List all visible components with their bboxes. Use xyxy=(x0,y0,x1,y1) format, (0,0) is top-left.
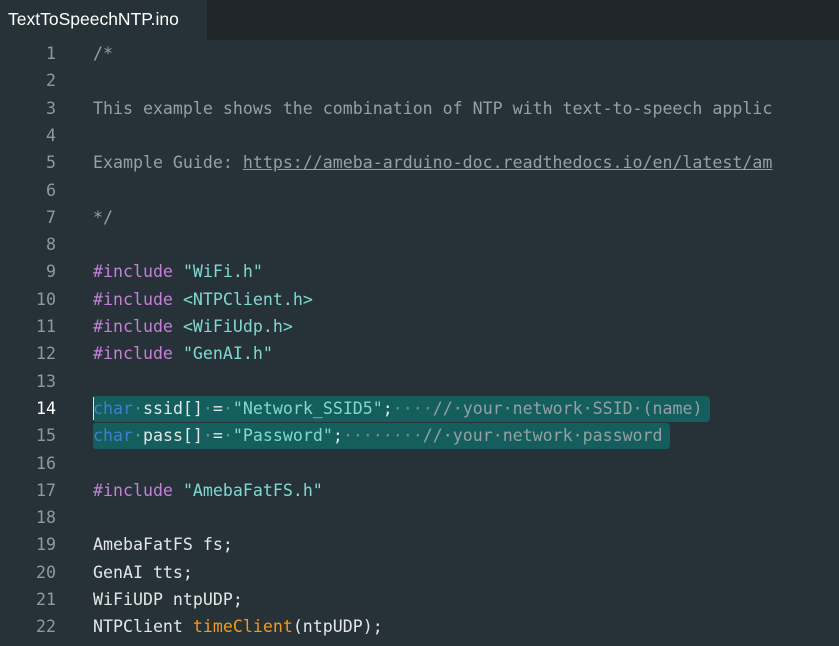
whitespace-marker: · xyxy=(222,398,233,418)
line-number: 14 xyxy=(36,398,56,418)
comment-token: This example shows the combination of NT… xyxy=(93,98,773,118)
string-token: "Network_SSID5" xyxy=(232,398,383,418)
string-token: "GenAI.h" xyxy=(182,344,273,364)
text-cursor xyxy=(93,396,94,421)
string-token: "Password" xyxy=(232,426,333,446)
code-line[interactable]: /* xyxy=(93,40,113,67)
operator-token: = xyxy=(212,426,223,446)
function-name: timeClient xyxy=(192,617,293,637)
code-token: NTPClient xyxy=(93,617,193,637)
line-number: 22 xyxy=(36,617,56,637)
line-number: 7 xyxy=(46,207,56,227)
whitespace-marker: · xyxy=(132,426,143,446)
code-token: ; xyxy=(382,398,393,418)
string-token: "WiFi.h" xyxy=(182,262,263,282)
code-token: AmebaFatFS fs; xyxy=(93,535,233,555)
line-number: 5 xyxy=(46,153,56,173)
operator-token: = xyxy=(212,398,223,418)
whitespace-marker: ···· xyxy=(392,398,433,418)
code-line[interactable]: char·pass[]·=·"Password";········//·your… xyxy=(93,422,663,449)
comment-token: */ xyxy=(93,207,113,227)
code-line[interactable]: #include "WiFi.h" xyxy=(93,258,263,285)
code-line[interactable]: NTPClient timeClient(ntpUDP); xyxy=(93,613,383,640)
directive-token: #include xyxy=(93,262,173,282)
line-number: 9 xyxy=(46,262,56,282)
line-number: 12 xyxy=(36,344,56,364)
line-number: 19 xyxy=(36,535,56,555)
line-number: 3 xyxy=(46,98,56,118)
code-line[interactable]: Example Guide: https://ameba-arduino-doc… xyxy=(93,149,772,176)
code-token: (ntpUDP); xyxy=(292,617,383,637)
code-line[interactable]: #include "AmebaFatFS.h" xyxy=(93,477,323,504)
code-editor[interactable]: 1 2 3 4 5 6 7 8 9 10 11 12 13 14 15 16 17 18 19 20 21 22 /* Th… xyxy=(0,40,839,646)
code-area[interactable]: /* This example shows the combination of … xyxy=(93,40,839,646)
line-number: 15 xyxy=(36,426,56,446)
code-line[interactable]: GenAI tts; xyxy=(93,559,193,586)
tab-file[interactable]: TextToSpeechNTP.ino xyxy=(0,0,207,40)
directive-token: #include xyxy=(93,289,173,309)
code-token: ; xyxy=(332,426,343,446)
comment-token: //·your·network·password xyxy=(422,426,663,446)
whitespace-marker: · xyxy=(202,426,213,446)
code-token: ssid[] xyxy=(142,398,203,418)
comment-token: //·your·network·SSID·(name) xyxy=(432,398,703,418)
type-keyword: char xyxy=(93,398,133,418)
line-number-gutter: 1 2 3 4 5 6 7 8 9 10 11 12 13 14 15 16 17 18 19 20 21 22 xyxy=(0,40,72,646)
directive-token: #include xyxy=(93,317,173,336)
code-line[interactable]: #include <NTPClient.h> xyxy=(93,286,313,313)
code-token: WiFiUDP ntpUDP; xyxy=(93,590,243,609)
line-number: 4 xyxy=(46,125,56,145)
line-number: 2 xyxy=(46,71,56,91)
type-keyword: char xyxy=(93,426,133,446)
code-token: GenAI tts; xyxy=(93,562,193,582)
url-link[interactable]: https://ameba-arduino-doc.readthedocs.io… xyxy=(243,153,773,172)
string-token: <WiFiUdp.h> xyxy=(182,317,293,336)
line-number: 18 xyxy=(36,508,56,528)
code-line[interactable]: char·ssid[]·=·"Network_SSID5";····//·you… xyxy=(93,395,703,422)
line-number: 20 xyxy=(36,562,56,582)
whitespace-marker: ········ xyxy=(342,426,423,446)
code-token: pass[] xyxy=(142,426,203,446)
ide-window: TextToSpeechNTP.ino 1 2 3 4 5 6 7 8 9 10 11 12 13 14 1… xyxy=(0,0,839,646)
whitespace-marker: · xyxy=(222,426,233,446)
string-token: <NTPClient.h> xyxy=(182,289,313,309)
code-line[interactable]: #include <WiFiUdp.h> xyxy=(93,313,293,340)
comment-token: Example Guide: xyxy=(93,153,243,173)
code-line[interactable]: */ xyxy=(93,204,113,231)
comment-token: /* xyxy=(93,44,113,63)
line-number: 21 xyxy=(36,590,56,609)
line-number: 17 xyxy=(36,480,56,500)
line-number: 1 xyxy=(46,44,56,63)
line-number: 16 xyxy=(36,453,56,473)
whitespace-marker: · xyxy=(202,398,213,418)
line-number: 8 xyxy=(46,235,56,255)
line-number: 11 xyxy=(36,317,56,336)
directive-token: #include xyxy=(93,344,173,364)
whitespace-marker: · xyxy=(132,398,143,418)
code-line[interactable]: #include "GenAI.h" xyxy=(93,340,273,367)
directive-token: #include xyxy=(93,480,173,500)
tab-bar: TextToSpeechNTP.ino xyxy=(0,0,839,40)
line-number: 6 xyxy=(46,180,56,200)
line-number: 10 xyxy=(36,289,56,309)
code-line[interactable]: This example shows the combination of NT… xyxy=(93,95,772,122)
code-line[interactable]: AmebaFatFS fs; xyxy=(93,531,233,558)
code-line[interactable]: WiFiUDP ntpUDP; xyxy=(93,586,243,613)
line-number: 13 xyxy=(36,371,56,391)
string-token: "AmebaFatFS.h" xyxy=(182,480,323,500)
